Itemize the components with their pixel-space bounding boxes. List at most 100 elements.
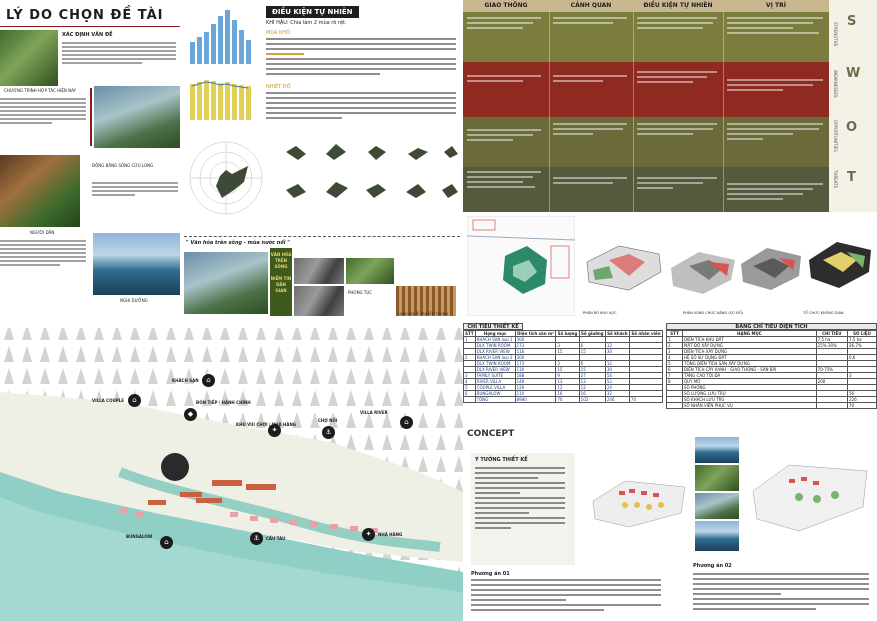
photo-village-2 xyxy=(346,258,394,284)
culture-divider xyxy=(184,236,460,237)
area-criteria-table: BẢNG CHỈ TIÊU DIỆN TÍCH STT HẠNG MỤC CHỈ… xyxy=(666,323,877,427)
photo-resort-aerial xyxy=(93,233,180,295)
reason-paragraph-4 xyxy=(0,240,86,268)
table-cell: 70 xyxy=(846,402,877,409)
table-header: Số lượng xyxy=(555,330,580,337)
swot-header-traffic: GIAO THÔNG xyxy=(463,0,549,12)
zoning-diagram-2 xyxy=(741,248,801,290)
natural-conditions-panel: ĐIỀU KIỆN TỰ NHIÊN KHÍ HẬU: Chia làm 2 m… xyxy=(180,0,463,322)
reason-paragraph-2 xyxy=(0,98,86,126)
natural-title: ĐIỀU KIỆN TỰ NHIÊN xyxy=(266,6,359,18)
swot-letter-s: S xyxy=(847,14,857,29)
wind-rose xyxy=(189,141,263,215)
reception-icon[interactable]: ◆ xyxy=(184,408,197,421)
table-header: Diện tích sàn m² xyxy=(514,330,557,337)
plan-caption-3: TỔ CHỨC KHÔNG GIAN xyxy=(803,311,844,315)
dry-season-label: MÙA KHÔ xyxy=(266,30,290,36)
floating-market-icon[interactable]: ⚓ xyxy=(322,426,335,439)
reason-paragraph-1 xyxy=(62,42,176,66)
plan-option-2-text xyxy=(693,573,869,613)
plan-option-1-title: Phương án 01 xyxy=(471,571,510,577)
table-cell xyxy=(463,396,476,403)
reasons-panel: LÝ DO CHỌN ĐỀ TÀI XÁC ĐỊNH VẤN ĐỀ CHƯƠNG… xyxy=(0,0,180,322)
table-cell: 70 xyxy=(555,396,580,403)
table-cell xyxy=(815,402,848,409)
masterplan-illustration xyxy=(0,322,463,621)
rainfall-bars xyxy=(190,10,251,64)
swot-label-threats: THREATS xyxy=(833,170,838,189)
culture-title: " Văn hóa trên sông - mùa nước nổi " xyxy=(186,240,290,246)
table-header: Số giường xyxy=(578,330,606,337)
villa-river-icon[interactable]: ⌂ xyxy=(400,416,413,429)
swot-header-conditions: ĐIỀU KIỆN TỰ NHIÊN xyxy=(633,0,723,12)
concept-plan-2 xyxy=(752,464,868,532)
caption-resort: NGHI DƯỠNG xyxy=(120,298,148,303)
table-cell: KHÁCH SẠN loại 1 xyxy=(474,336,516,343)
plan-caption-2: PHÂN VÙNG CHỨC NĂNG (SƠ ĐỒ) xyxy=(683,311,744,315)
label-bungalow: BUNGALOW xyxy=(126,534,153,539)
design-criteria-title: CHỈ TIÊU THIẾT KẾ xyxy=(463,323,523,330)
temperature-paragraph xyxy=(266,92,456,122)
table-row: SỐ NHÂN VIÊN PHỤC VỤ 70 xyxy=(666,402,877,409)
photo-boats-canal xyxy=(94,86,180,148)
table-cell: 246 xyxy=(604,396,630,403)
photo-mangroves xyxy=(0,30,58,86)
table-cell: DLX RIVER VIEW xyxy=(474,366,516,373)
table-header: Số nhân viên xyxy=(628,330,664,337)
swot-letter-o: O xyxy=(846,120,858,135)
swot-header-landscape: CẢNH QUAN xyxy=(549,0,633,12)
swot-letter-w: W xyxy=(846,66,861,81)
concept-plan-1 xyxy=(592,480,686,528)
photo-village-3 xyxy=(294,286,344,316)
photo-local-people xyxy=(0,155,80,227)
caption-customs: PHONG TỤC xyxy=(348,290,373,295)
caption-people: NGƯỜI DÂN xyxy=(30,230,55,235)
climate-label: KHÍ HẬU: Chia làm 2 mùa rõ rệt. xyxy=(266,20,347,26)
site-location-map xyxy=(467,216,575,316)
reason-paragraph-3 xyxy=(92,182,178,198)
table-row: TỔNG 8980 70 102 246 70 xyxy=(463,396,664,403)
table-header-row: STT Hạng mục Diện tích sàn m² Số lượng S… xyxy=(463,330,664,337)
climate-charts xyxy=(190,10,251,120)
swot-header-location: VỊ TRÍ xyxy=(723,0,829,12)
table-header: STT xyxy=(463,330,476,337)
reasons-title: LÝ DO CHỌN ĐỀ TÀI xyxy=(6,8,164,23)
zoning-diagram-3 xyxy=(809,242,871,288)
climate-paragraph xyxy=(266,38,456,78)
photo-floating-market xyxy=(184,252,268,314)
concept-ref-photo-1 xyxy=(695,437,739,463)
table-cell: DLX TWIN ROOM xyxy=(474,360,516,367)
plan-option-2-title: Phương án 02 xyxy=(693,563,732,569)
title-divider xyxy=(0,26,180,27)
bungalow-icon[interactable]: ⌂ xyxy=(160,536,173,549)
label-reception: ĐÓN TIẾP / HÀNH CHÍNH xyxy=(196,400,251,405)
caption-delta: ĐỒNG BẰNG SÔNG CỬU LONG xyxy=(92,163,154,168)
concept-ref-photo-2 xyxy=(695,465,739,491)
monthly-wind-roses xyxy=(286,144,458,198)
site-plans-panel: PHÂN BỐ KHU VỰC PHÂN VÙNG CHỨC NĂNG (SƠ … xyxy=(463,212,877,324)
label-restaurant: NHÀ HÀNG xyxy=(378,532,403,537)
concept-ref-photo-4 xyxy=(695,521,739,551)
table-cell: SỐ NHÂN VIÊN PHỤC VỤ xyxy=(682,402,817,409)
restaurant-river-icon[interactable]: ✦ xyxy=(362,528,375,541)
table-cell: 70 xyxy=(628,396,664,403)
swot-label-weaknesses: WEAKNESSES xyxy=(833,70,838,98)
label-pier: CẦU TÀU xyxy=(266,536,286,541)
caption-craft-village: LÀNG NGHỀ TRUYỀN THỐNG xyxy=(398,312,449,316)
table-header: Số khách xyxy=(604,330,630,337)
plan-option-1-text xyxy=(471,579,661,614)
design-criteria-table: CHỈ TIÊU THIẾT KẾ STT Hạng mục Diện tích… xyxy=(463,323,664,427)
zoning-diagram-1 xyxy=(671,252,735,294)
hotel-icon[interactable]: ⌂ xyxy=(202,374,215,387)
villa-couple-icon[interactable]: ⌂ xyxy=(128,394,141,407)
temperature-bars xyxy=(190,80,251,120)
swot-label-strengths: STRENGTHS xyxy=(833,22,838,47)
accent-bar xyxy=(90,88,92,146)
label-villa-river: VILLA RIVER xyxy=(360,410,388,415)
pier-icon[interactable]: ⚓ xyxy=(250,532,263,545)
concept-title: CONCEPT xyxy=(467,429,515,439)
area-criteria-title: BẢNG CHỈ TIÊU DIỆN TÍCH xyxy=(666,323,877,330)
plan-caption-1: PHÂN BỐ KHU VỰC xyxy=(583,311,617,315)
swot-cell-text xyxy=(467,17,823,200)
table-cell: DLX TWIN ROOM xyxy=(474,342,516,349)
